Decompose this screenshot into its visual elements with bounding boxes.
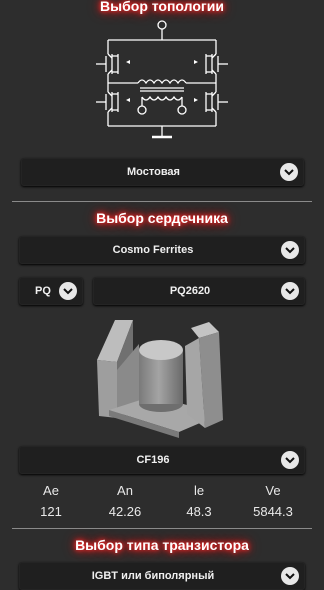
divider <box>12 201 312 202</box>
chevron-down-icon <box>281 282 299 300</box>
chevron-down-icon <box>281 451 299 469</box>
param-name-le: le <box>193 483 205 498</box>
transistor-type-select[interactable]: IGBT или биполярный <box>19 562 305 590</box>
core-size-value: PQ2620 <box>169 285 211 297</box>
chevron-down-icon <box>281 241 299 259</box>
param-value-an: 42.26 <box>108 504 142 519</box>
core-section-title: Выбор сердечника <box>96 210 228 226</box>
core-manufacturer-value: Cosmo Ferrites <box>112 244 194 256</box>
param-value-ve: 5844.3 <box>253 504 293 519</box>
core-size-select[interactable]: PQ2620 <box>93 277 305 305</box>
param-value-ae: 121 <box>40 504 62 519</box>
pq-ferrite-core-3d <box>97 320 223 438</box>
param-value-le: 48.3 <box>186 504 212 519</box>
topology-select[interactable]: Мостовая <box>21 158 304 186</box>
bridge-topology-schematic[interactable] <box>82 18 242 146</box>
topology-select-value: Мостовая <box>127 166 180 178</box>
core-material-select[interactable]: CF196 <box>19 446 305 474</box>
core-manufacturer-select[interactable]: Cosmo Ferrites <box>19 236 305 264</box>
core-params-names: Ae An le Ve <box>0 483 324 499</box>
topology-section-title: Выбор топологии <box>100 0 224 14</box>
transistor-type-value: IGBT или биполярный <box>91 570 215 582</box>
chevron-down-icon <box>280 163 298 181</box>
param-name-an: An <box>117 483 133 498</box>
param-name-ae: Ae <box>43 483 59 498</box>
transistor-section-title: Выбор типа транзистора <box>75 537 249 553</box>
core-shape-select[interactable]: PQ <box>19 277 83 305</box>
chevron-down-icon <box>59 282 77 300</box>
core-params-values: 121 42.26 48.3 5844.3 <box>0 504 324 520</box>
core-material-value: CF196 <box>136 454 170 466</box>
divider <box>12 528 312 529</box>
param-name-ve: Ve <box>265 483 281 498</box>
chevron-down-icon <box>281 567 299 585</box>
